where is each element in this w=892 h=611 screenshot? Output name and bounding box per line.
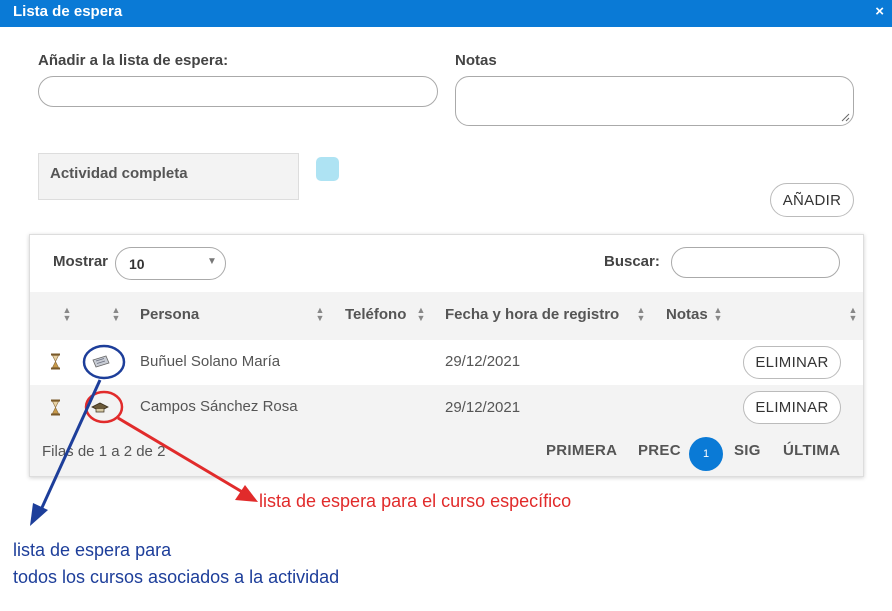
blue-circle-annotation <box>82 344 126 380</box>
red-arrowhead <box>235 485 258 502</box>
annotation-all-courses-line2: todos los cursos asociados a la activida… <box>13 567 340 587</box>
annotation-all-courses-line1: lista de espera para <box>13 540 172 560</box>
annotation-specific-course: lista de espera para el curso específico <box>259 491 572 511</box>
blue-arrow-line <box>38 379 102 513</box>
annotation-overlay <box>30 344 258 526</box>
blue-arrowhead <box>30 503 48 526</box>
red-arrow-line <box>117 416 245 495</box>
